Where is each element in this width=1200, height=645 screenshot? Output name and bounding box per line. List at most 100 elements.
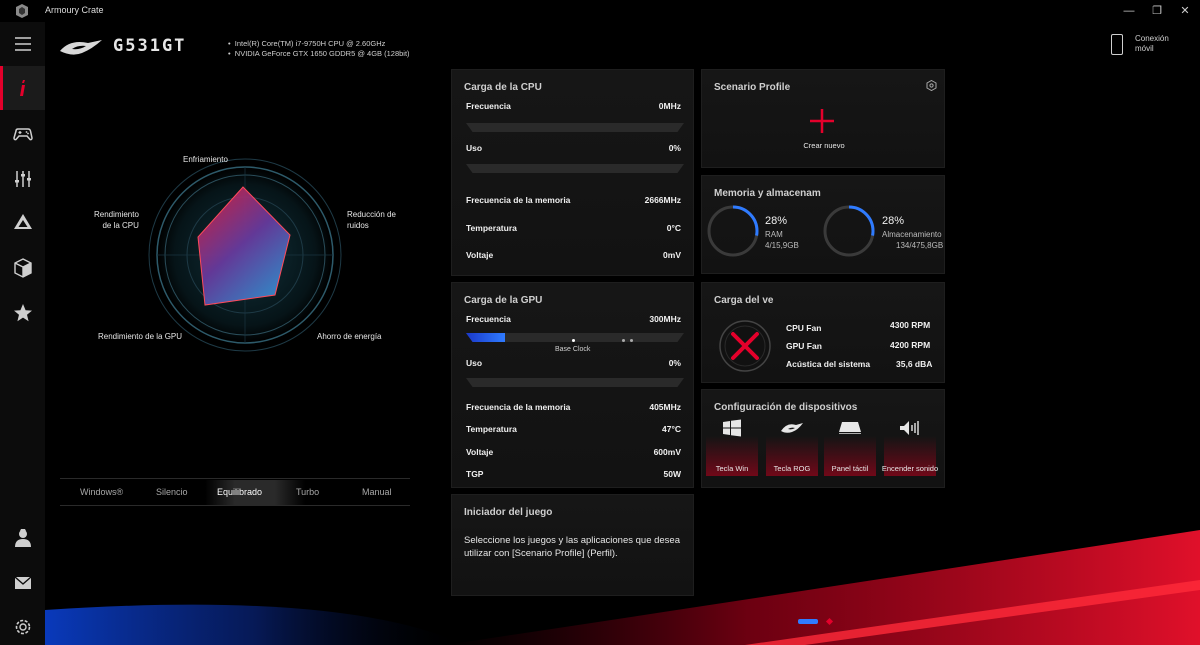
radar-label-cpu: Rendimiento de la CPU (94, 210, 139, 230)
boost-marker (622, 339, 625, 342)
memory-card-title: Memoria y almacenam (714, 188, 821, 199)
memory-storage-card[interactable]: Memoria y almacenam 28% RAM 4/15,9GB 28%… (701, 175, 945, 274)
base-clock-label: Base Clock (555, 346, 591, 353)
sidebar-item-box[interactable] (0, 246, 45, 290)
ram-detail: 4/15,9GB (765, 241, 799, 250)
gpu-volt-label: Voltaje (466, 447, 494, 457)
gpu-freq-value: 300MHz (649, 314, 681, 324)
storage-ring-gauge (823, 205, 875, 257)
cpu-usage-label: Uso (466, 143, 483, 153)
gpu-temp-value: 47°C (662, 424, 681, 434)
sidebar-item-favorites[interactable] (0, 291, 45, 335)
tab-windows[interactable]: Windows® (80, 487, 123, 497)
settings-hex-icon[interactable] (926, 80, 937, 91)
gpu-mem-freq-label: Frecuencia de la memoria (466, 402, 571, 412)
operating-mode-tabs: Windows® Silencio Equilibrado Turbo Manu… (60, 478, 410, 506)
gpu-freq-bar-fill (466, 333, 506, 342)
sidebar-menu-button[interactable] (0, 22, 45, 66)
radar-label-noise: Reducción de ruidos (347, 210, 396, 230)
restore-button[interactable]: ❐ (1147, 2, 1167, 20)
title-bar: Armoury Crate — ❐ ✕ (0, 0, 1200, 22)
device-rog-key[interactable]: Tecla ROG (766, 418, 818, 478)
app-title: Armoury Crate (45, 5, 104, 15)
boot-sound-icon (900, 421, 919, 435)
scenario-card-title: Scenario Profile (714, 82, 791, 93)
cpu-temp-label: Temperatura (466, 223, 517, 233)
page-dot[interactable] (825, 617, 834, 626)
cpu-mem-freq-value: 2666MHz (644, 195, 681, 205)
tab-turbo[interactable]: Turbo (296, 487, 319, 497)
create-new-label[interactable]: Crear nuevo (702, 141, 946, 150)
sidebar-item-settings[interactable] (0, 605, 45, 645)
cpu-usage-bar (466, 164, 684, 173)
gpu-load-card[interactable]: Carga de la GPU Frecuencia 300MHz Base C… (451, 282, 694, 488)
launcher-description: Seleccione los juegos y las aplicaciones… (464, 535, 680, 559)
phone-icon (1111, 34, 1123, 55)
tab-silent[interactable]: Silencio (156, 487, 188, 497)
page-indicator (798, 617, 834, 626)
page-dot-active[interactable] (798, 619, 818, 624)
fan-load-card[interactable]: Carga del ve CPU Fan 4300 RPM GPU Fan 42… (701, 282, 945, 383)
gpu-tgp-value: 50W (663, 469, 681, 479)
gpu-mem-freq-value: 405MHz (649, 402, 681, 412)
gpu-volt-value: 600mV (653, 447, 681, 457)
radar-label-cooling: Enfriamiento (183, 155, 228, 164)
performance-radar-chart (148, 158, 342, 352)
ram-label: RAM (765, 230, 783, 239)
device-boot-sound[interactable]: Encender sonido (882, 418, 938, 478)
close-button[interactable]: ✕ (1175, 2, 1195, 20)
star-icon (13, 304, 32, 322)
sidebar-item-user[interactable] (0, 516, 45, 560)
sidebar-item-aura[interactable] (0, 200, 45, 244)
minimize-button[interactable]: — (1119, 2, 1139, 20)
radar-label-energy: Ahorro de energía (317, 332, 382, 341)
mobile-connection-button[interactable]: Conexión móvil (1111, 34, 1180, 55)
sidebar-item-sliders[interactable] (0, 157, 45, 201)
game-launcher-card[interactable]: Iniciador del juego Seleccione los juego… (451, 494, 694, 596)
gpu-temp-label: Temperatura (466, 424, 517, 434)
ram-percent: 28% (765, 215, 788, 227)
gpu-usage-label: Uso (466, 358, 483, 368)
acoustic-value: 35,6 dBA (896, 359, 933, 369)
device-label-sound: Encender sonido (881, 464, 939, 473)
rog-eye-logo-icon (60, 40, 102, 55)
cpu-load-card[interactable]: Carga de la CPU Frecuencia 0MHz Uso 0% F… (451, 69, 694, 276)
cpu-freq-label: Frecuencia (466, 101, 511, 111)
gpu-spec: • NVIDIA GeForce GTX 1650 GDDR5 @ 4GB (1… (228, 49, 410, 58)
gpu-usage-bar (466, 378, 684, 387)
radar-label-gpu: Rendimiento de la GPU (98, 332, 183, 341)
sidebar-item-gamepad[interactable] (0, 112, 45, 156)
fan-card-title: Carga del ve (714, 295, 774, 306)
base-clock-marker (572, 339, 575, 342)
sidebar-item-info[interactable] (0, 66, 45, 110)
device-touchpad[interactable]: Panel táctil (824, 418, 876, 478)
info-icon (19, 80, 25, 96)
cpu-usage-value: 0% (668, 143, 681, 153)
mail-icon (14, 576, 31, 589)
device-win-key[interactable]: Tecla Win (706, 418, 758, 478)
cpu-fan-value: 4300 RPM (890, 320, 931, 330)
cube-icon (13, 258, 32, 278)
add-profile-plus-icon[interactable] (810, 109, 834, 133)
devices-card-title: Configuración de dispositivos (714, 402, 858, 413)
sidebar-item-mail[interactable] (0, 561, 45, 605)
tab-balanced[interactable]: Equilibrado (217, 487, 262, 497)
storage-detail: 134/475,8GB (896, 241, 944, 250)
gpu-fan-value: 4200 RPM (890, 340, 931, 350)
acoustic-label: Acústica del sistema (786, 359, 871, 369)
scenario-profile-card[interactable]: Scenario Profile Crear nuevo (701, 69, 945, 168)
armoury-crate-logo-icon (16, 4, 28, 18)
gpu-card-title: Carga de la GPU (464, 295, 543, 306)
tab-manual[interactable]: Manual (362, 487, 392, 497)
gpu-usage-value: 0% (668, 358, 681, 368)
hamburger-menu-icon (14, 37, 31, 51)
aura-triangle-icon (13, 214, 32, 229)
cpu-freq-value: 0MHz (658, 101, 681, 111)
user-icon (14, 529, 31, 547)
touchpad-icon (839, 422, 861, 434)
device-config-card[interactable]: Configuración de dispositivos Tecla Win … (701, 389, 945, 488)
gpu-tgp-label: TGP (466, 469, 484, 479)
ram-ring-gauge (707, 205, 759, 257)
fan-x-icon (719, 320, 771, 372)
gpu-freq-label: Frecuencia (466, 314, 511, 324)
